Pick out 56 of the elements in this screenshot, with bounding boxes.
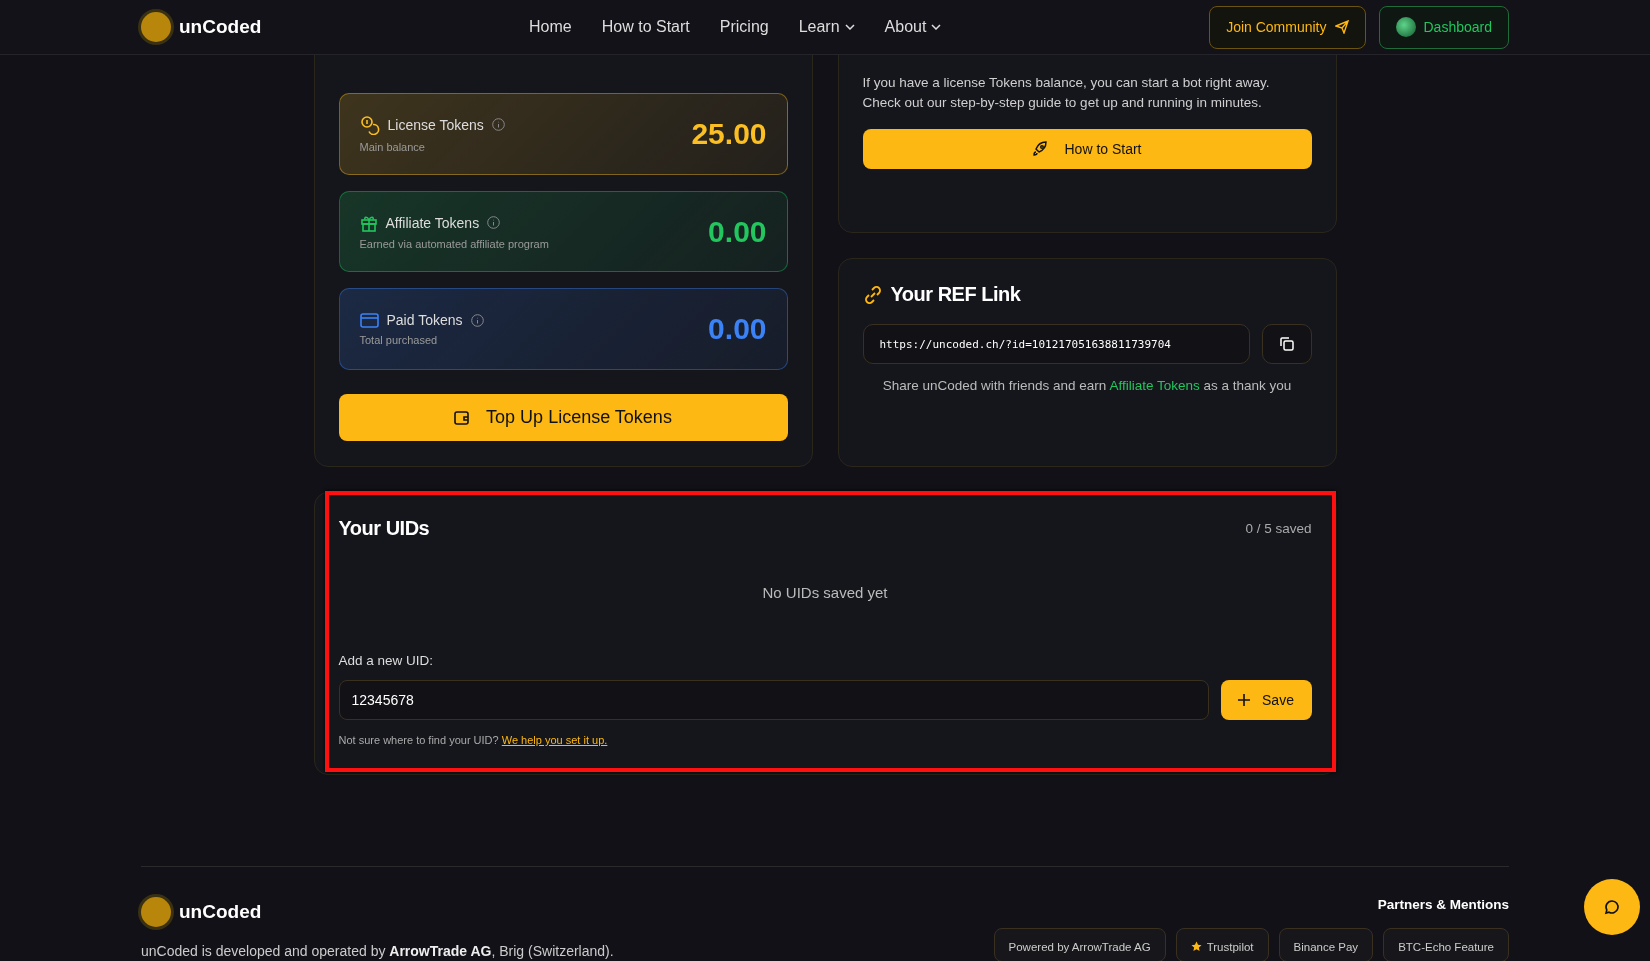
share-note: Share unCoded with friends and earn Affiliate Tokens as a thank you xyxy=(881,378,1293,393)
token-subtitle: Total purchased xyxy=(359,334,439,347)
save-button[interactable]: Save xyxy=(1220,680,1312,720)
rocket-icon xyxy=(1032,141,1049,157)
credit-card-icon xyxy=(359,312,379,328)
token-title: Affiliate Tokens xyxy=(385,214,480,231)
uid-label: Add a new UID: xyxy=(338,653,435,668)
company-info: unCoded is developed and operated by ArrowTrade AG, Brig (Switzerland). xyxy=(141,943,614,959)
how-to-start-button[interactable]: How to Start xyxy=(862,129,1312,169)
token-amount: 0.00 xyxy=(708,214,767,249)
top-up-button[interactable]: Top Up License Tokens xyxy=(338,394,788,441)
token-subtitle: Earned via automated affiliate program xyxy=(359,237,550,250)
wallet-icon xyxy=(454,410,471,426)
chat-button[interactable] xyxy=(1584,879,1640,935)
logo-icon[interactable] xyxy=(141,897,171,927)
token-title: License Tokens xyxy=(387,116,484,133)
dashboard-button[interactable]: Dashboard xyxy=(1378,5,1509,49)
ref-url-field[interactable]: https://uncoded.ch/?id=101217051638811739704 xyxy=(862,324,1250,364)
copy-button[interactable] xyxy=(1261,324,1312,364)
token-amount: 25.00 xyxy=(691,116,767,151)
nav-link[interactable]: Pricing xyxy=(719,18,769,36)
ref-link-title: Your REF Link xyxy=(890,283,1021,306)
partner-badge[interactable]: Powered by ArrowTrade AG xyxy=(993,928,1166,961)
info-icon[interactable] xyxy=(470,313,484,327)
empty-state-text: No UIDs saved yet xyxy=(761,584,889,601)
token-title: Paid Tokens xyxy=(386,312,463,329)
nav-link[interactable]: Home xyxy=(529,18,572,36)
nav-link[interactable]: How to Start xyxy=(601,18,690,36)
partner-badge[interactable]: BTC-Echo Feature xyxy=(1383,928,1509,961)
partner-badge[interactable]: Binance Pay xyxy=(1278,928,1374,961)
brand-name[interactable]: unCoded xyxy=(179,16,262,38)
send-icon xyxy=(1334,20,1349,34)
partner-badge[interactable]: Trustpilot xyxy=(1175,928,1269,961)
saved-count: 0 / 5 saved xyxy=(1245,521,1312,536)
uid-help-text: Not sure where to find your UID? We help you set it up. xyxy=(338,734,609,746)
join-community-button[interactable]: Join Community xyxy=(1209,5,1366,49)
nav-link[interactable]: Learn xyxy=(798,18,855,36)
start-description: If you have a license Tokens balance, you can start a bot right away. Check out our step-by-step guide to get up and running in minutes. xyxy=(862,74,1271,112)
uids-title: Your UIDs xyxy=(338,517,430,540)
star-icon xyxy=(1190,941,1202,952)
nav-link[interactable]: About xyxy=(884,18,942,36)
coins-icon xyxy=(359,114,380,135)
info-icon[interactable] xyxy=(491,118,505,132)
token-amount: 0.00 xyxy=(708,312,767,347)
chat-bubble-icon xyxy=(1604,899,1620,915)
brand-name[interactable]: unCoded xyxy=(179,901,262,923)
info-icon[interactable] xyxy=(487,216,501,230)
uid-input-field[interactable]: 12345678 xyxy=(338,680,1209,720)
setup-help-link[interactable]: We help you set it up. xyxy=(501,734,608,746)
plus-icon xyxy=(1238,694,1251,706)
partners-title: Partners & Mentions xyxy=(1377,897,1509,912)
avatar-icon xyxy=(1395,17,1416,37)
link-icon xyxy=(862,284,883,305)
copy-icon xyxy=(1278,336,1295,352)
token-subtitle: Main balance xyxy=(359,140,426,153)
logo-icon[interactable] xyxy=(141,12,171,42)
